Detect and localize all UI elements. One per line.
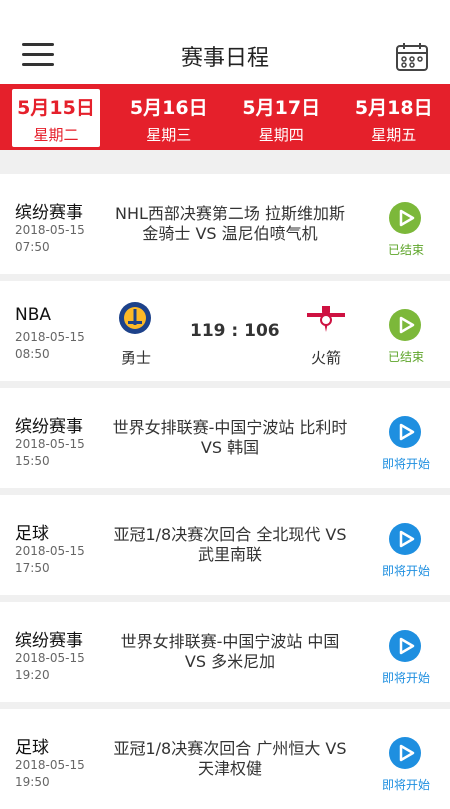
match-date: 2018-05-15 (15, 436, 85, 453)
calendar-icon[interactable] (395, 42, 429, 72)
match-card[interactable]: 足球 2018-05-15 17:50 亚冠1/8决赛次回合 全北现代 VS 武… (0, 495, 450, 595)
match-datetime: 2018-05-15 19:50 (15, 757, 85, 791)
match-status: 已结束 (366, 348, 446, 365)
match-card[interactable]: 足球 2018-05-15 19:50 亚冠1/8决赛次回合 广州恒大 VS 天… (0, 709, 450, 809)
match-status: 即将开始 (366, 669, 446, 686)
date-label: 5月17日 (225, 93, 338, 120)
weekday-label: 星期二 (12, 124, 100, 145)
play-icon[interactable] (389, 630, 421, 662)
match-category: 足球 (15, 519, 49, 544)
match-status: 即将开始 (366, 562, 446, 579)
match-date: 2018-05-15 (15, 757, 85, 774)
match-card[interactable]: NBA 2018-05-15 08:50 勇士 119 : 106 火箭 已结束 (0, 281, 450, 381)
away-team-name: 火箭 (296, 347, 356, 368)
match-time: 17:50 (15, 560, 85, 577)
match-date: 2018-05-15 (15, 329, 85, 346)
rockets-logo-icon (305, 300, 347, 336)
date-tab-2[interactable]: 5月17日 星期四 (225, 84, 338, 150)
match-description: 世界女排联赛-中国宁波站 中国 VS 多米尼加 (108, 632, 352, 672)
match-description: 亚冠1/8决赛次回合 广州恒大 VS 天津权健 (108, 739, 352, 779)
weekday-label: 星期三 (113, 124, 226, 145)
match-category: 缤纷赛事 (15, 198, 83, 223)
match-time: 15:50 (15, 453, 85, 470)
match-description: 亚冠1/8决赛次回合 全北现代 VS 武里南联 (108, 525, 352, 565)
match-category: 足球 (15, 733, 49, 758)
play-icon[interactable] (389, 202, 421, 234)
match-datetime: 2018-05-15 07:50 (15, 222, 85, 256)
play-icon[interactable] (389, 523, 421, 555)
match-date: 2018-05-15 (15, 543, 85, 560)
top-bar: 赛事日程 (0, 0, 450, 84)
date-label: 5月16日 (113, 93, 226, 120)
match-datetime: 2018-05-15 17:50 (15, 543, 85, 577)
match-time: 07:50 (15, 239, 85, 256)
match-time: 19:50 (15, 774, 85, 791)
play-icon[interactable] (389, 416, 421, 448)
date-tab-0[interactable]: 5月15日 星期二 (0, 84, 113, 150)
home-team-name: 勇士 (106, 347, 166, 368)
match-description: 世界女排联赛-中国宁波站 比利时 VS 韩国 (108, 418, 352, 458)
weekday-label: 星期五 (338, 124, 450, 145)
date-tab-3[interactable]: 5月18日 星期五 (338, 84, 450, 150)
match-datetime: 2018-05-15 19:20 (15, 650, 85, 684)
match-category: 缤纷赛事 (15, 412, 83, 437)
date-tabs: 5月15日 星期二 5月16日 星期三 5月17日 星期四 5月18日 星期五 (0, 84, 450, 150)
match-card[interactable]: 缤纷赛事 2018-05-15 19:20 世界女排联赛-中国宁波站 中国 VS… (0, 602, 450, 702)
match-status: 即将开始 (366, 776, 446, 793)
match-card[interactable]: 缤纷赛事 2018-05-15 15:50 世界女排联赛-中国宁波站 比利时 V… (0, 388, 450, 488)
date-tab-1[interactable]: 5月16日 星期三 (113, 84, 226, 150)
play-icon[interactable] (389, 737, 421, 769)
match-score: 119 : 106 (190, 321, 280, 341)
weekday-label: 星期四 (225, 124, 338, 145)
match-date: 2018-05-15 (15, 222, 85, 239)
match-description: NHL西部决赛第二场 拉斯维加斯金骑士 VS 温尼伯喷气机 (108, 204, 352, 244)
match-time: 19:20 (15, 667, 85, 684)
warriors-logo-icon (117, 300, 153, 336)
match-time: 08:50 (15, 346, 85, 363)
date-label: 5月15日 (12, 93, 100, 120)
date-label: 5月18日 (338, 93, 450, 120)
match-card[interactable]: 缤纷赛事 2018-05-15 07:50 NHL西部决赛第二场 拉斯维加斯金骑… (0, 174, 450, 274)
page-title: 赛事日程 (0, 40, 450, 72)
match-date: 2018-05-15 (15, 650, 85, 667)
match-status: 即将开始 (366, 455, 446, 472)
match-datetime: 2018-05-15 15:50 (15, 436, 85, 470)
play-icon[interactable] (389, 309, 421, 341)
match-datetime: 2018-05-15 08:50 (15, 329, 85, 363)
match-category: NBA (15, 305, 51, 325)
match-category: 缤纷赛事 (15, 626, 83, 651)
match-status: 已结束 (366, 241, 446, 258)
